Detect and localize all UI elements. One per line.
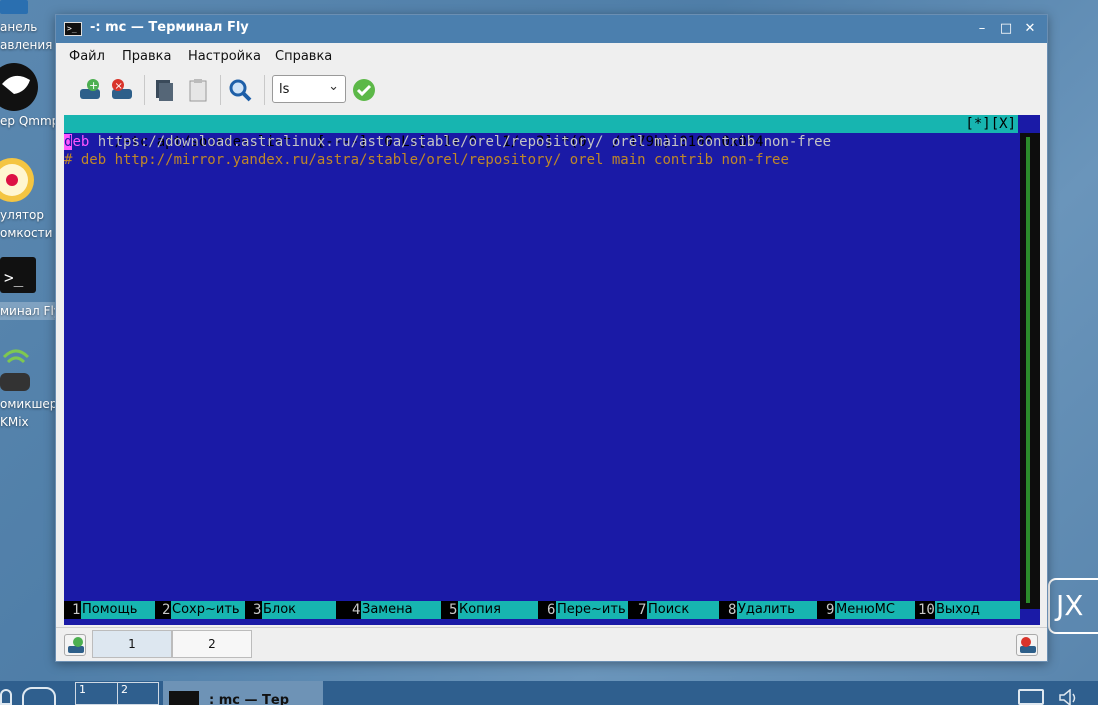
toolbar-separator xyxy=(144,75,145,105)
terminal-fly-label: минал Fly xyxy=(0,302,63,320)
svg-text:+: + xyxy=(89,79,98,92)
editor-status-line: /etc/apt/sources.list [----] 0 L:[ 1+ 0 … xyxy=(64,115,1018,150)
svg-text:×: × xyxy=(115,81,123,92)
qmmp-label: ер Qmmp xyxy=(0,114,60,128)
terminal-window: >_ -: mc — Терминал Fly – □ ✕ Файл Правк… xyxy=(55,14,1048,662)
text-line-1: deb https://download.astralinux.ru/astra… xyxy=(64,133,1018,151)
toolbar: + × ls ⌄ xyxy=(56,69,1047,111)
keyword-deb: eb xyxy=(72,134,90,150)
toolbar-separator xyxy=(264,75,265,105)
svg-text:>_: >_ xyxy=(4,268,24,287)
kmix-label: омикшер KMix xyxy=(0,397,58,429)
paste-icon[interactable] xyxy=(184,77,212,103)
display-icon[interactable] xyxy=(1018,689,1044,705)
control-panel-label: анель авления xyxy=(0,20,53,52)
fkey-menu[interactable]: 9 МенюMC xyxy=(826,601,922,619)
new-tab-icon[interactable]: + xyxy=(76,77,104,103)
fkey-copy[interactable]: 5 Копия xyxy=(449,601,545,619)
kmix-icon[interactable] xyxy=(0,345,38,395)
status-flags: [*][X] xyxy=(965,116,1016,132)
remove-tab-button[interactable] xyxy=(1016,634,1038,656)
chevron-down-icon: ⌄ xyxy=(328,79,339,94)
fkey-replace[interactable]: 4 Замена xyxy=(352,601,448,619)
minimize-button[interactable]: – xyxy=(972,19,992,39)
taskbar: 1 2 : mc — Тер xyxy=(0,681,1098,705)
add-tab-button[interactable] xyxy=(64,634,86,656)
command-combo-value: ls xyxy=(279,82,290,97)
text-line-2: # deb http://mirror.yandex.ru/astra/stab… xyxy=(64,152,789,168)
menubar: Файл Правка Настройка Справка xyxy=(56,43,1047,69)
window-titlebar[interactable]: >_ -: mc — Терминал Fly – □ ✕ xyxy=(56,15,1047,43)
desktop-2[interactable]: 2 xyxy=(118,683,160,705)
qmmp-icon[interactable] xyxy=(0,62,38,112)
task-label: : mc — Тер xyxy=(209,693,290,705)
fkey-block[interactable]: 3 Блок xyxy=(253,601,349,619)
desktop-1[interactable]: 1 xyxy=(76,683,118,705)
fkey-move[interactable]: 6 Пере~ить xyxy=(547,601,643,619)
volume-icon[interactable] xyxy=(1058,688,1080,705)
start-menu-icon[interactable] xyxy=(0,689,12,705)
run-icon[interactable] xyxy=(350,77,378,103)
tab-1[interactable]: 1 xyxy=(92,630,172,658)
menu-help[interactable]: Справка xyxy=(275,49,332,64)
fkey-exit[interactable]: 10 Выход xyxy=(918,601,1020,619)
scrollbar-track xyxy=(1026,137,1030,603)
capacity-regulator-icon[interactable] xyxy=(0,155,38,205)
menu-settings[interactable]: Настройка xyxy=(188,49,261,64)
fkey-save[interactable]: 2 Сохр~ить xyxy=(162,601,254,619)
capacity-regulator-label: улятор омкости xyxy=(0,208,53,240)
fkey-search[interactable]: 7 Поиск xyxy=(638,601,734,619)
astra-logo: JX xyxy=(1048,578,1098,634)
menu-file[interactable]: Файл xyxy=(69,49,105,64)
control-panel-icon[interactable] xyxy=(0,0,30,16)
window-title: -: mc — Терминал Fly xyxy=(90,20,249,35)
command-combo[interactable]: ls ⌄ xyxy=(272,75,346,103)
tab-2[interactable]: 2 xyxy=(172,630,252,658)
copy-icon[interactable] xyxy=(150,77,178,103)
terminal-task-icon xyxy=(169,691,199,705)
maximize-button[interactable]: □ xyxy=(996,19,1016,39)
find-icon[interactable] xyxy=(226,77,254,103)
terminal-area[interactable]: /etc/apt/sources.list [----] 0 L:[ 1+ 0 … xyxy=(64,115,1040,625)
terminal-fly-desktop-icon[interactable]: >_ xyxy=(0,255,38,297)
menu-edit[interactable]: Правка xyxy=(122,49,171,64)
task-terminal[interactable]: : mc — Тер xyxy=(163,681,323,705)
app-menu-icon[interactable] xyxy=(22,687,56,705)
fkey-help[interactable]: 1 Помощь xyxy=(64,601,160,619)
function-key-bar: 1 Помощь 2 Сохр~ить 3 Блок 4 Замена 5 Копия 6… xyxy=(64,601,1020,619)
close-button[interactable]: ✕ xyxy=(1020,19,1040,39)
desktop-pager: 1 2 xyxy=(75,682,159,705)
terminal-app-icon: >_ xyxy=(64,22,82,36)
terminal-scrollbar[interactable] xyxy=(1020,133,1040,609)
toolbar-separator xyxy=(220,75,221,105)
line1-rest: https://download.astralinux.ru/astra/sta… xyxy=(89,134,832,150)
close-tab-icon[interactable]: × xyxy=(108,77,136,103)
fkey-delete[interactable]: 8 Удалить xyxy=(728,601,824,619)
tab-bar: 1 2 xyxy=(56,627,1047,661)
